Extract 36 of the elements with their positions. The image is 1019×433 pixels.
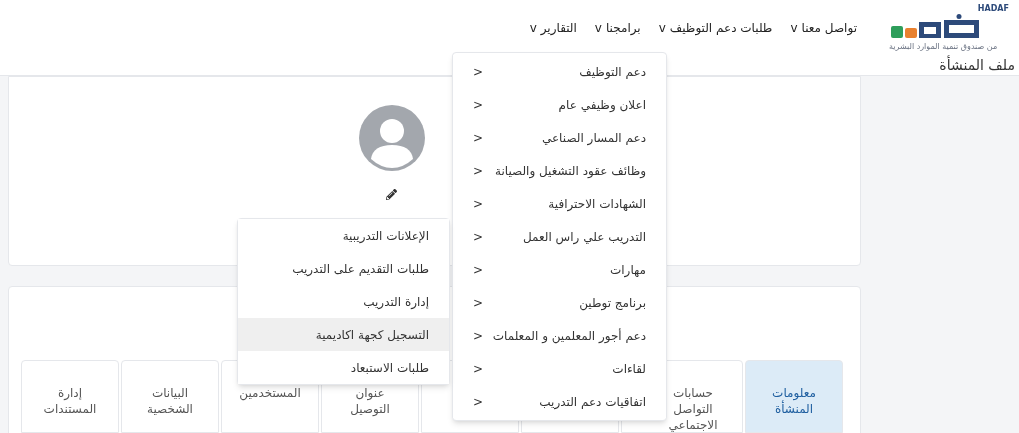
menu-item[interactable]: مهارات < [453,253,666,286]
menu-item[interactable]: الشهادات الاحترافية < [453,187,666,220]
submenu-item[interactable]: طلبات التقديم على التدريب [238,252,449,285]
submenu-item[interactable]: طلبات الاستبعاد [238,351,449,384]
menu-item[interactable]: برنامج توطين < [453,286,666,319]
menu-item[interactable]: دعم المسار الصناعي < [453,121,666,154]
logo-tagline: من صندوق تنمية الموارد البشرية [889,42,998,52]
arrow-icon: < [473,161,484,180]
arrow-icon: < [473,293,484,312]
tab[interactable]: إدارة المستندات [21,360,119,433]
tab[interactable]: البيانات الشخصية [121,360,219,433]
arrow-icon: < [473,227,484,246]
edit-icon[interactable] [386,189,397,200]
menu-item[interactable]: اعلان وظيفي عام < [453,88,666,121]
logo-text: HADAF [977,4,1009,14]
page-title: ملف المنشأة [939,56,1015,74]
avatar-icon [358,105,425,171]
arrow-icon: < [473,326,484,345]
arrow-icon: < [473,260,484,279]
menu-item[interactable]: دعم التوظيف < [453,55,666,88]
arrow-icon: < [473,392,484,411]
arrow-icon: < [473,62,484,81]
submenu-item[interactable]: إدارة التدريب [238,285,449,318]
arrow-icon: < [473,128,484,147]
logo-icon [889,14,981,40]
menu-item[interactable]: التدريب علي راس العمل < [453,220,666,253]
menu-item[interactable]: اتفاقيات دعم التدريب < [453,385,666,418]
submenu-item[interactable]: الإعلانات التدريبية [238,219,449,252]
arrow-icon: < [473,95,484,114]
menu-item[interactable]: دعم أجور المعلمين و المعلمات < [453,319,666,352]
submenu-item[interactable]: التسجيل كجهة اكاديمية [238,318,449,351]
menu-item[interactable]: لقاءات < [453,352,666,385]
menu-item[interactable]: وظائف عقود التشغيل والصيانة < [453,154,666,187]
arrow-icon: < [473,194,484,213]
arrow-icon: < [473,359,484,378]
tab[interactable]: معلومات المنشأة [745,360,843,433]
